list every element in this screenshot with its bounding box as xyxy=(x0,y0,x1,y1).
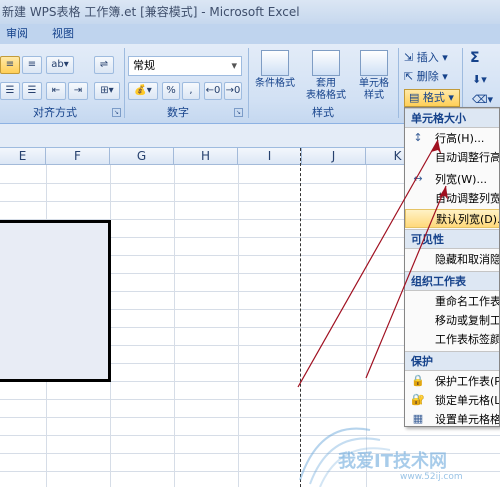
menu-item-label: 自动调整列宽 xyxy=(435,192,500,205)
cell-styles-label-1: 单元格 xyxy=(359,78,389,89)
insert-label: 插入 xyxy=(416,51,439,64)
group-separator xyxy=(398,48,399,118)
column-width-icon: ↔ xyxy=(413,172,423,185)
watermark-text: 我爱IT技术网 xyxy=(338,451,447,472)
menu-item-rename-sheet[interactable]: 重命名工作表 xyxy=(405,292,500,311)
menu-item-label: 默认列宽(D)... xyxy=(436,213,499,226)
column-header-f[interactable]: F xyxy=(46,148,110,165)
table-format-icon xyxy=(312,50,340,76)
table-format-label-2: 表格格式 xyxy=(306,90,346,101)
number-format-value: 常规 xyxy=(133,59,155,72)
menu-item-hide-unhide[interactable]: 隐藏和取消隐藏 xyxy=(405,250,500,269)
menu-item-move-copy-sheet[interactable]: 移动或复制工作表 xyxy=(405,311,500,330)
insert-button[interactable]: ⇲ 插入 ▾ xyxy=(404,50,448,66)
align-middle-button[interactable]: ≡ xyxy=(0,56,20,74)
percent-button[interactable]: % xyxy=(162,82,180,100)
alignment-launcher-icon[interactable]: ↘ xyxy=(112,108,121,117)
number-format-select[interactable]: 常规 ▾ xyxy=(128,56,242,76)
conditional-format-label: 条件格式 xyxy=(255,78,295,89)
grid-line xyxy=(238,165,239,487)
styles-group-label: 样式 xyxy=(312,106,334,119)
delete-label: 删除 xyxy=(416,70,439,83)
conditional-format-icon xyxy=(261,50,289,76)
cell-styles-button[interactable]: 单元格 样式 xyxy=(354,50,394,102)
menu-item-lock-cell[interactable]: 🔐 锁定单元格(L) xyxy=(405,391,500,410)
watermark-url: www.52ij.com xyxy=(400,472,463,482)
menu-item-label: 行高(H)... xyxy=(435,132,485,145)
align-bottom-button[interactable]: ≡ xyxy=(22,56,42,74)
format-button[interactable]: ▤ 格式 ▾ xyxy=(404,89,460,107)
clear-icon[interactable]: ⌫▾ xyxy=(472,92,493,108)
grid-line xyxy=(174,165,175,487)
autosum-button[interactable]: Σ xyxy=(470,50,480,66)
delete-icon: ⇱ xyxy=(404,70,414,83)
decrease-indent-button[interactable]: ⇤ xyxy=(46,82,66,100)
menu-item-label: 工作表标签颜色 xyxy=(435,333,500,346)
column-header-i[interactable]: I xyxy=(238,148,302,165)
row-height-icon: ↕ xyxy=(413,131,423,144)
merge-cells-button[interactable]: ⊞▾ xyxy=(94,82,120,100)
menu-item-row-height[interactable]: ↕ 行高(H)... xyxy=(405,129,499,148)
chevron-down-icon: ▾ xyxy=(442,51,448,64)
table-format-label-1: 套用 xyxy=(316,78,336,89)
chevron-down-icon: ▾ xyxy=(231,59,237,72)
ribbon-tabs: 审阅 视图 xyxy=(0,24,500,44)
orientation-button[interactable]: ab▾ xyxy=(46,56,74,74)
increase-decimal-button[interactable]: ←0 xyxy=(204,82,222,100)
menu-item-label: 重命名工作表 xyxy=(435,295,500,308)
group-separator xyxy=(248,48,249,118)
increase-indent-button[interactable]: ⇥ xyxy=(68,82,88,100)
menu-item-column-width[interactable]: ↔ 列宽(W)... xyxy=(405,170,499,189)
menu-item-label: 隐藏和取消隐藏 xyxy=(435,253,500,266)
lock-icon: 🔐 xyxy=(411,393,425,406)
decrease-decimal-button[interactable]: →0 xyxy=(224,82,242,100)
menu-section-visibility: 可见性 xyxy=(405,229,499,249)
cell-styles-icon xyxy=(360,50,388,76)
menu-item-label: 自动调整行高 xyxy=(435,151,500,164)
fill-icon[interactable]: ⬇▾ xyxy=(472,72,487,88)
column-header-h[interactable]: H xyxy=(174,148,238,165)
conditional-format-button[interactable]: 条件格式 xyxy=(252,50,298,90)
selected-range[interactable] xyxy=(0,220,111,382)
menu-item-label: 保护工作表(P) xyxy=(435,375,500,388)
format-icon: ▤ xyxy=(409,91,420,104)
menu-item-autofit-column-width[interactable]: 自动调整列宽 xyxy=(405,189,500,208)
group-separator xyxy=(124,48,125,118)
menu-item-label: 移动或复制工作表 xyxy=(435,314,500,327)
menu-item-autofit-row-height[interactable]: 自动调整行高 xyxy=(405,148,500,167)
tab-review[interactable]: 审阅 xyxy=(6,26,28,42)
chevron-down-icon: ▾ xyxy=(448,91,454,104)
delete-button[interactable]: ⇱ 删除 ▾ xyxy=(404,69,448,85)
menu-section-protection: 保护 xyxy=(405,351,499,371)
menu-item-default-width[interactable]: 默认列宽(D)... xyxy=(405,209,499,228)
format-as-table-button[interactable]: 套用 表格格式 xyxy=(300,50,352,102)
cell-styles-label-2: 样式 xyxy=(364,90,384,101)
chevron-down-icon: ▾ xyxy=(442,70,448,83)
format-dropdown-menu: 单元格大小 ↕ 行高(H)... 自动调整行高 ↔ 列宽(W)... 自动调整列… xyxy=(404,107,500,427)
tab-view[interactable]: 视图 xyxy=(52,26,74,42)
number-group-label: 数字 xyxy=(167,106,189,119)
align-center-button[interactable]: ☰ xyxy=(22,82,42,100)
number-launcher-icon[interactable]: ↘ xyxy=(234,108,243,117)
window-title: 新建 WPS表格 工作簿.et [兼容模式] - Microsoft Excel xyxy=(0,0,500,24)
menu-section-organize-sheets: 组织工作表 xyxy=(405,271,499,291)
column-header-j[interactable]: J xyxy=(302,148,366,165)
menu-item-tab-color[interactable]: 工作表标签颜色 xyxy=(405,330,500,349)
protect-sheet-icon: 🔒 xyxy=(411,374,425,387)
align-left-button[interactable]: ☰ xyxy=(0,82,20,100)
menu-item-label: 列宽(W)... xyxy=(435,173,487,186)
comma-button[interactable]: , xyxy=(182,82,200,100)
column-header-g[interactable]: G xyxy=(110,148,174,165)
wrap-text-button[interactable]: ⇌ xyxy=(94,56,114,74)
alignment-group-label: 对齐方式 xyxy=(33,106,77,119)
menu-item-protect-sheet[interactable]: 🔒 保护工作表(P) xyxy=(405,372,500,391)
insert-icon: ⇲ xyxy=(404,51,414,64)
currency-button[interactable]: 💰▾ xyxy=(128,82,158,100)
format-label: 格式 xyxy=(422,91,445,104)
menu-item-label: 锁定单元格(L) xyxy=(435,394,500,407)
column-header-e[interactable]: E xyxy=(0,148,46,165)
menu-section-cell-size: 单元格大小 xyxy=(405,108,499,128)
